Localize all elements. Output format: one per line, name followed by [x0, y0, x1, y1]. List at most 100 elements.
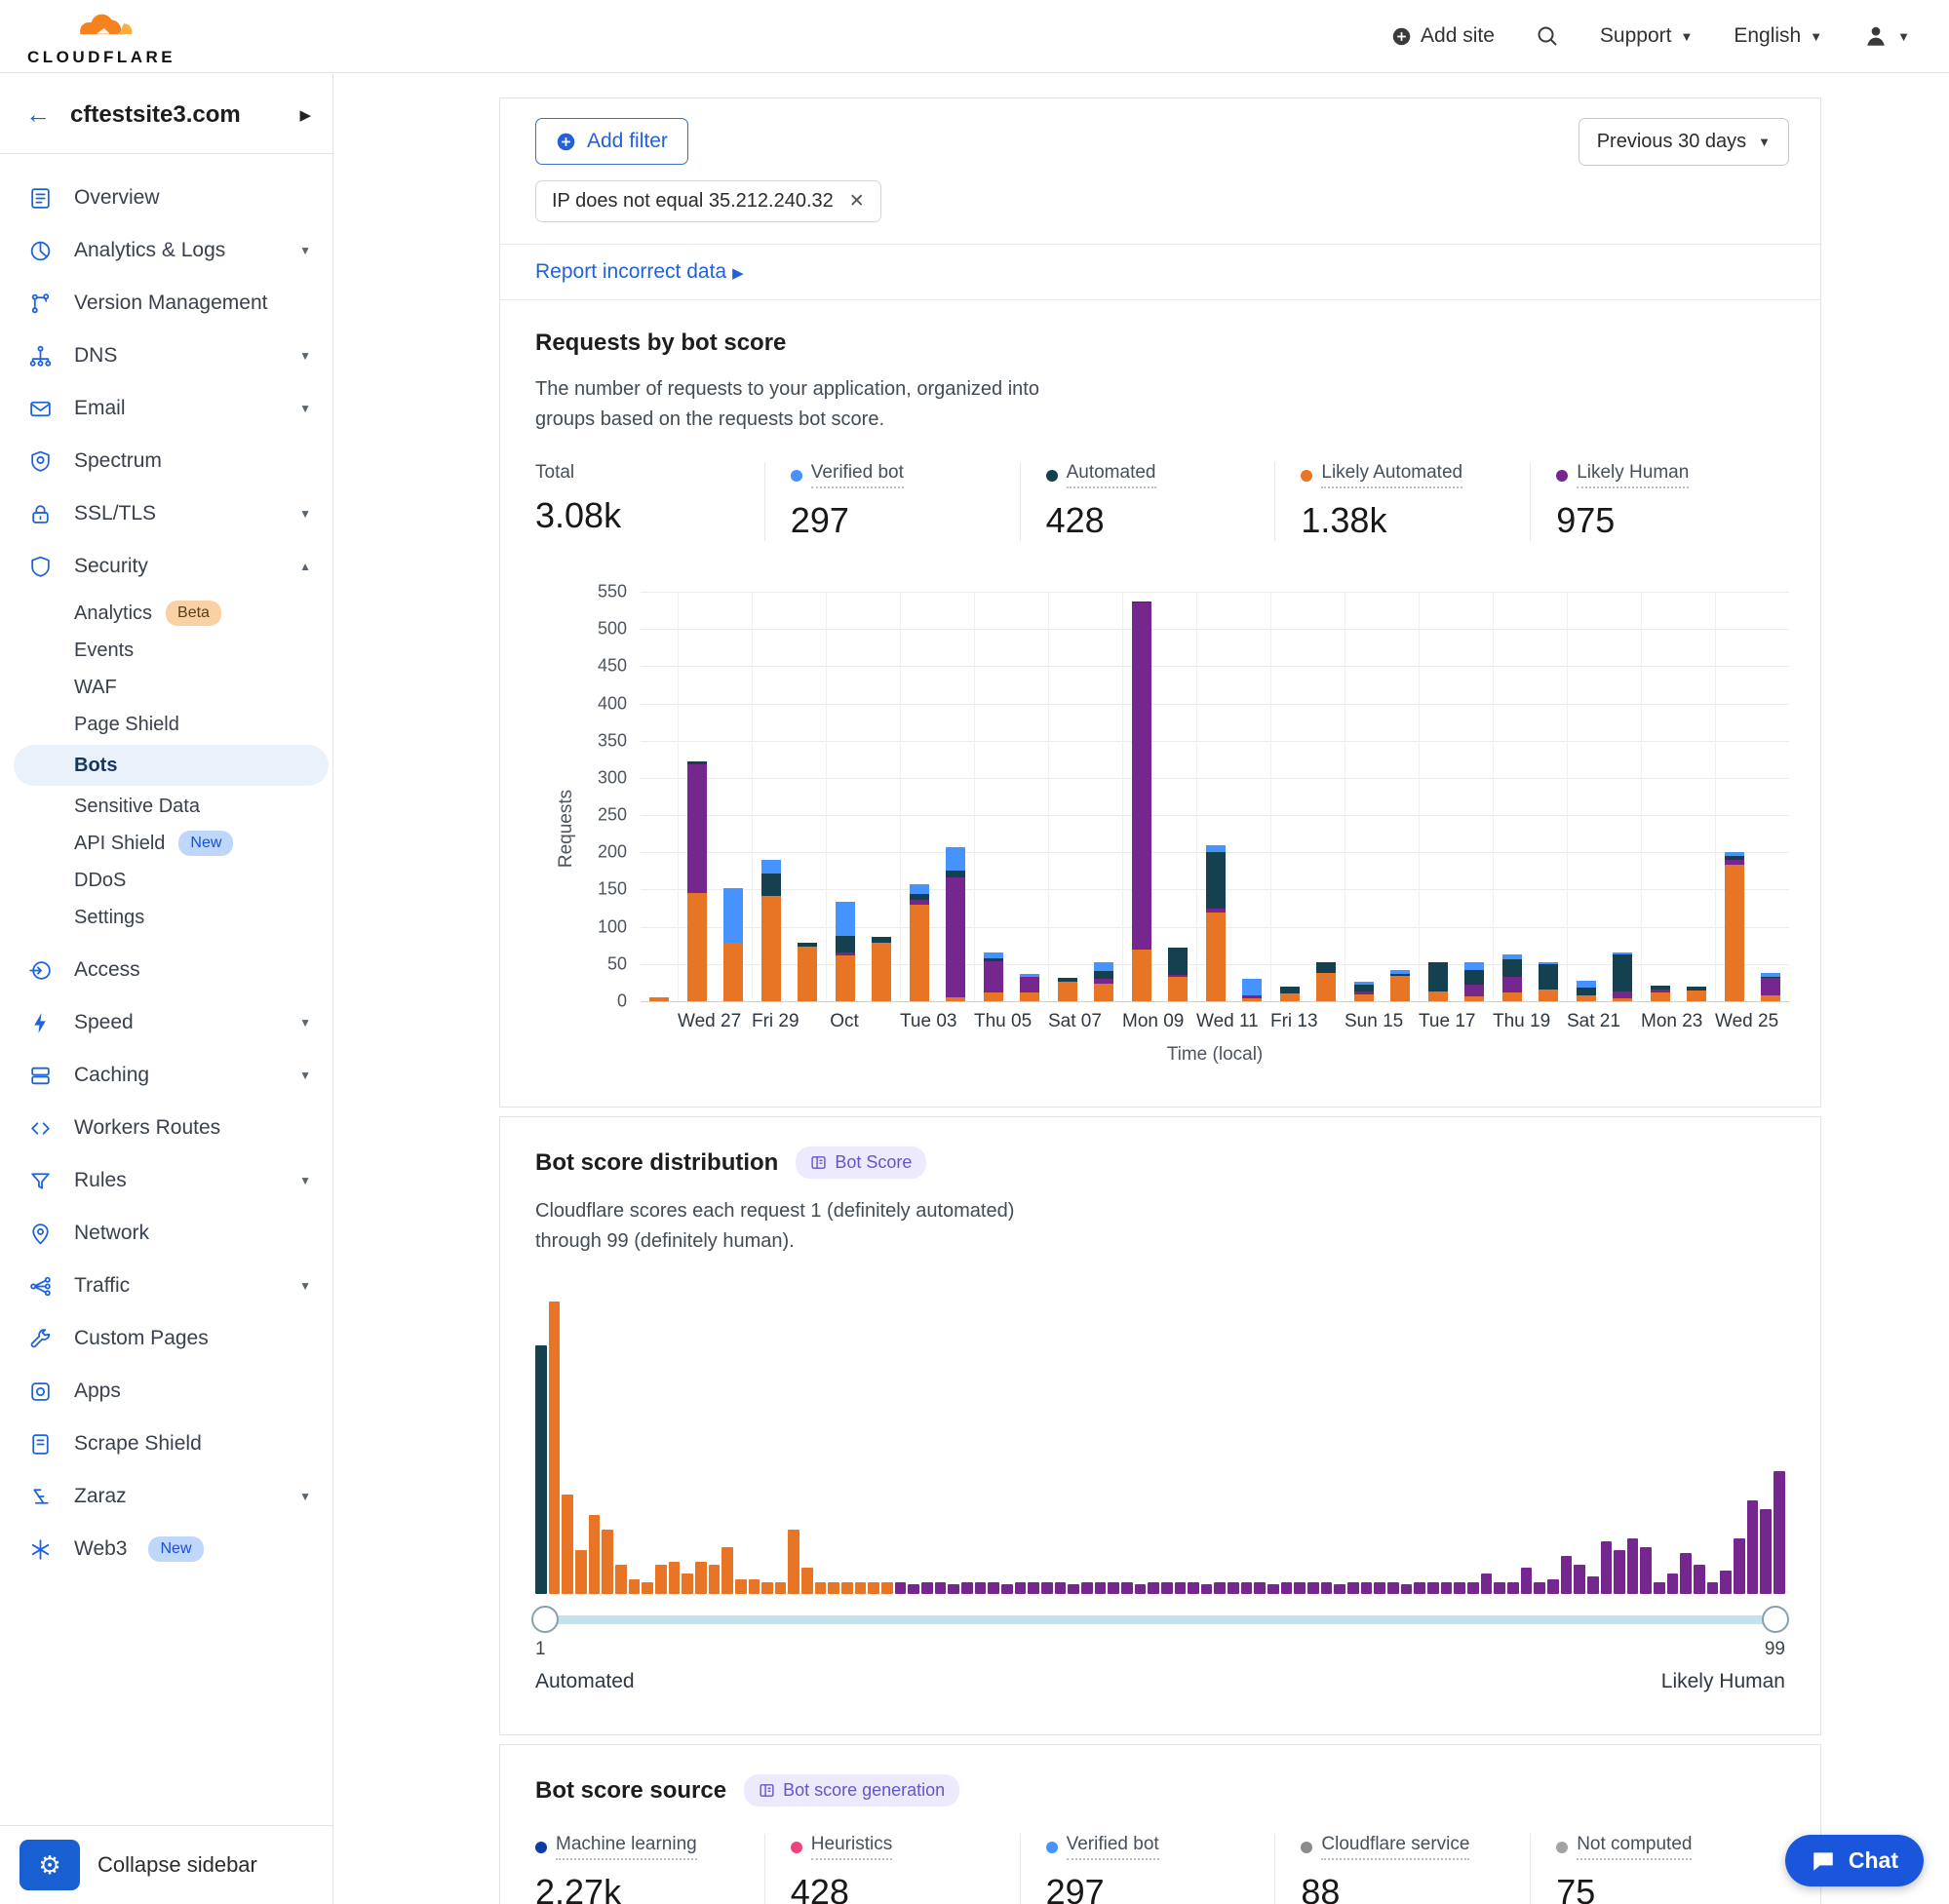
- distribution-bar[interactable]: [1454, 1582, 1465, 1594]
- stacked-bar[interactable]: [984, 952, 1003, 1001]
- distribution-bar[interactable]: [1441, 1582, 1453, 1594]
- distribution-bar[interactable]: [575, 1550, 587, 1594]
- sidebar-item-version-management[interactable]: Version Management: [0, 277, 332, 330]
- distribution-bar[interactable]: [655, 1565, 667, 1594]
- sidebar-item-workers-routes[interactable]: Workers Routes: [0, 1102, 332, 1154]
- distribution-bar[interactable]: [1361, 1582, 1373, 1594]
- distribution-bar[interactable]: [1694, 1565, 1705, 1594]
- distribution-bar[interactable]: [1228, 1582, 1239, 1594]
- distribution-bar[interactable]: [761, 1582, 773, 1594]
- distribution-bar[interactable]: [1587, 1576, 1599, 1594]
- sidebar-item-web3[interactable]: Web3New: [0, 1523, 332, 1575]
- distribution-bar[interactable]: [1707, 1582, 1719, 1594]
- sidebar-item-traffic[interactable]: Traffic▼: [0, 1260, 332, 1312]
- stacked-bar[interactable]: [1687, 987, 1706, 1001]
- distribution-bar[interactable]: [1041, 1582, 1053, 1594]
- distribution-bar[interactable]: [1347, 1582, 1359, 1594]
- sidebar-item-scrape-shield[interactable]: Scrape Shield: [0, 1418, 332, 1470]
- distribution-bar[interactable]: [749, 1579, 760, 1594]
- stacked-bar[interactable]: [946, 847, 965, 1001]
- distribution-bar[interactable]: [1734, 1538, 1745, 1594]
- distribution-bar[interactable]: [1414, 1582, 1425, 1594]
- sidebar-item-zaraz[interactable]: Zaraz▼: [0, 1470, 332, 1523]
- sidebar-item-sensitive-data[interactable]: Sensitive Data: [0, 788, 332, 825]
- sidebar-item-caching[interactable]: Caching▼: [0, 1049, 332, 1102]
- support-menu[interactable]: Support ▼: [1600, 24, 1693, 48]
- distribution-bar[interactable]: [1374, 1582, 1385, 1594]
- distribution-bar[interactable]: [1254, 1582, 1266, 1594]
- search-button[interactable]: [1536, 24, 1559, 48]
- stacked-bar[interactable]: [836, 902, 855, 1001]
- stacked-bar[interactable]: [1428, 962, 1448, 1001]
- sidebar-item-access[interactable]: Access: [0, 944, 332, 996]
- sidebar-item-speed[interactable]: Speed▼: [0, 996, 332, 1049]
- sidebar-item-email[interactable]: Email▼: [0, 382, 332, 435]
- distribution-bar[interactable]: [602, 1530, 613, 1594]
- distribution-bar[interactable]: [788, 1530, 799, 1594]
- distribution-bar[interactable]: [1427, 1582, 1439, 1594]
- distribution-bar[interactable]: [1507, 1582, 1519, 1594]
- distribution-bar[interactable]: [1521, 1568, 1533, 1594]
- add-site-button[interactable]: Add site: [1391, 24, 1495, 48]
- distribution-bar[interactable]: [1654, 1582, 1665, 1594]
- stacked-bar[interactable]: [1242, 979, 1262, 1001]
- stacked-bar[interactable]: [649, 997, 669, 1001]
- distribution-bar[interactable]: [1095, 1582, 1107, 1594]
- stat-label[interactable]: Cloudflare service: [1321, 1834, 1469, 1860]
- site-switcher[interactable]: ← cftestsite3.com ▶: [0, 74, 332, 154]
- distribution-bar[interactable]: [1241, 1582, 1253, 1594]
- add-filter-button[interactable]: Add filter: [535, 118, 688, 165]
- stacked-bar[interactable]: [1168, 948, 1188, 1001]
- sidebar-item-dns[interactable]: DNS▼: [0, 330, 332, 382]
- sidebar-item-settings[interactable]: Settings: [0, 899, 332, 936]
- sidebar-item-network[interactable]: Network: [0, 1207, 332, 1260]
- sidebar-item-page-shield[interactable]: Page Shield: [0, 706, 332, 743]
- stat-label[interactable]: Verified bot: [1067, 1834, 1159, 1860]
- chevron-right-icon[interactable]: ▶: [299, 106, 311, 124]
- distribution-bar[interactable]: [1148, 1582, 1159, 1594]
- distribution-bar[interactable]: [1294, 1582, 1306, 1594]
- distribution-bar[interactable]: [1561, 1556, 1573, 1594]
- distribution-bar[interactable]: [1547, 1579, 1559, 1594]
- stacked-bar[interactable]: [687, 761, 707, 1001]
- distribution-bar[interactable]: [961, 1582, 973, 1594]
- distribution-bar[interactable]: [1267, 1584, 1279, 1595]
- slider-track[interactable]: [541, 1615, 1779, 1624]
- distribution-bar[interactable]: [1601, 1541, 1613, 1594]
- stacked-bar[interactable]: [1613, 952, 1632, 1001]
- distribution-bar[interactable]: [709, 1565, 721, 1594]
- stat-label[interactable]: Machine learning: [556, 1834, 697, 1860]
- stacked-bar[interactable]: [1316, 962, 1336, 1001]
- language-menu[interactable]: English ▼: [1734, 24, 1822, 48]
- stacked-bar[interactable]: [1020, 974, 1039, 1001]
- distribution-bar[interactable]: [589, 1515, 601, 1594]
- stacked-bar[interactable]: [1354, 982, 1374, 1001]
- stacked-bar[interactable]: [1577, 981, 1596, 1001]
- distribution-bar[interactable]: [921, 1582, 933, 1594]
- stacked-bar[interactable]: [1464, 962, 1484, 1001]
- stacked-bar[interactable]: [1206, 845, 1226, 1001]
- distribution-bar[interactable]: [1401, 1584, 1413, 1595]
- distribution-bar[interactable]: [1201, 1584, 1213, 1595]
- sidebar-item-api-shield[interactable]: API ShieldNew: [0, 825, 332, 862]
- distribution-bar[interactable]: [1387, 1582, 1399, 1594]
- sidebar-item-ddos[interactable]: DDoS: [0, 862, 332, 899]
- stacked-bar[interactable]: [1725, 852, 1744, 1001]
- stacked-bar[interactable]: [910, 884, 929, 1001]
- distribution-bar[interactable]: [1307, 1582, 1319, 1594]
- stat-label[interactable]: Likely Human: [1577, 462, 1689, 488]
- distribution-bar[interactable]: [1175, 1582, 1187, 1594]
- sidebar-item-events[interactable]: Events: [0, 632, 332, 669]
- distribution-bar[interactable]: [1281, 1582, 1293, 1594]
- stacked-bar[interactable]: [1761, 973, 1780, 1001]
- chat-button[interactable]: Chat: [1785, 1835, 1924, 1886]
- stacked-bar[interactable]: [723, 888, 743, 1001]
- distribution-bar[interactable]: [908, 1584, 919, 1595]
- distribution-bar[interactable]: [721, 1547, 733, 1594]
- stacked-bar[interactable]: [1651, 986, 1670, 1001]
- distribution-bar[interactable]: [615, 1565, 627, 1594]
- distribution-bar[interactable]: [1760, 1509, 1772, 1594]
- distribution-bar[interactable]: [841, 1582, 853, 1594]
- distribution-bar[interactable]: [975, 1582, 987, 1594]
- stat-label[interactable]: Verified bot: [811, 462, 904, 488]
